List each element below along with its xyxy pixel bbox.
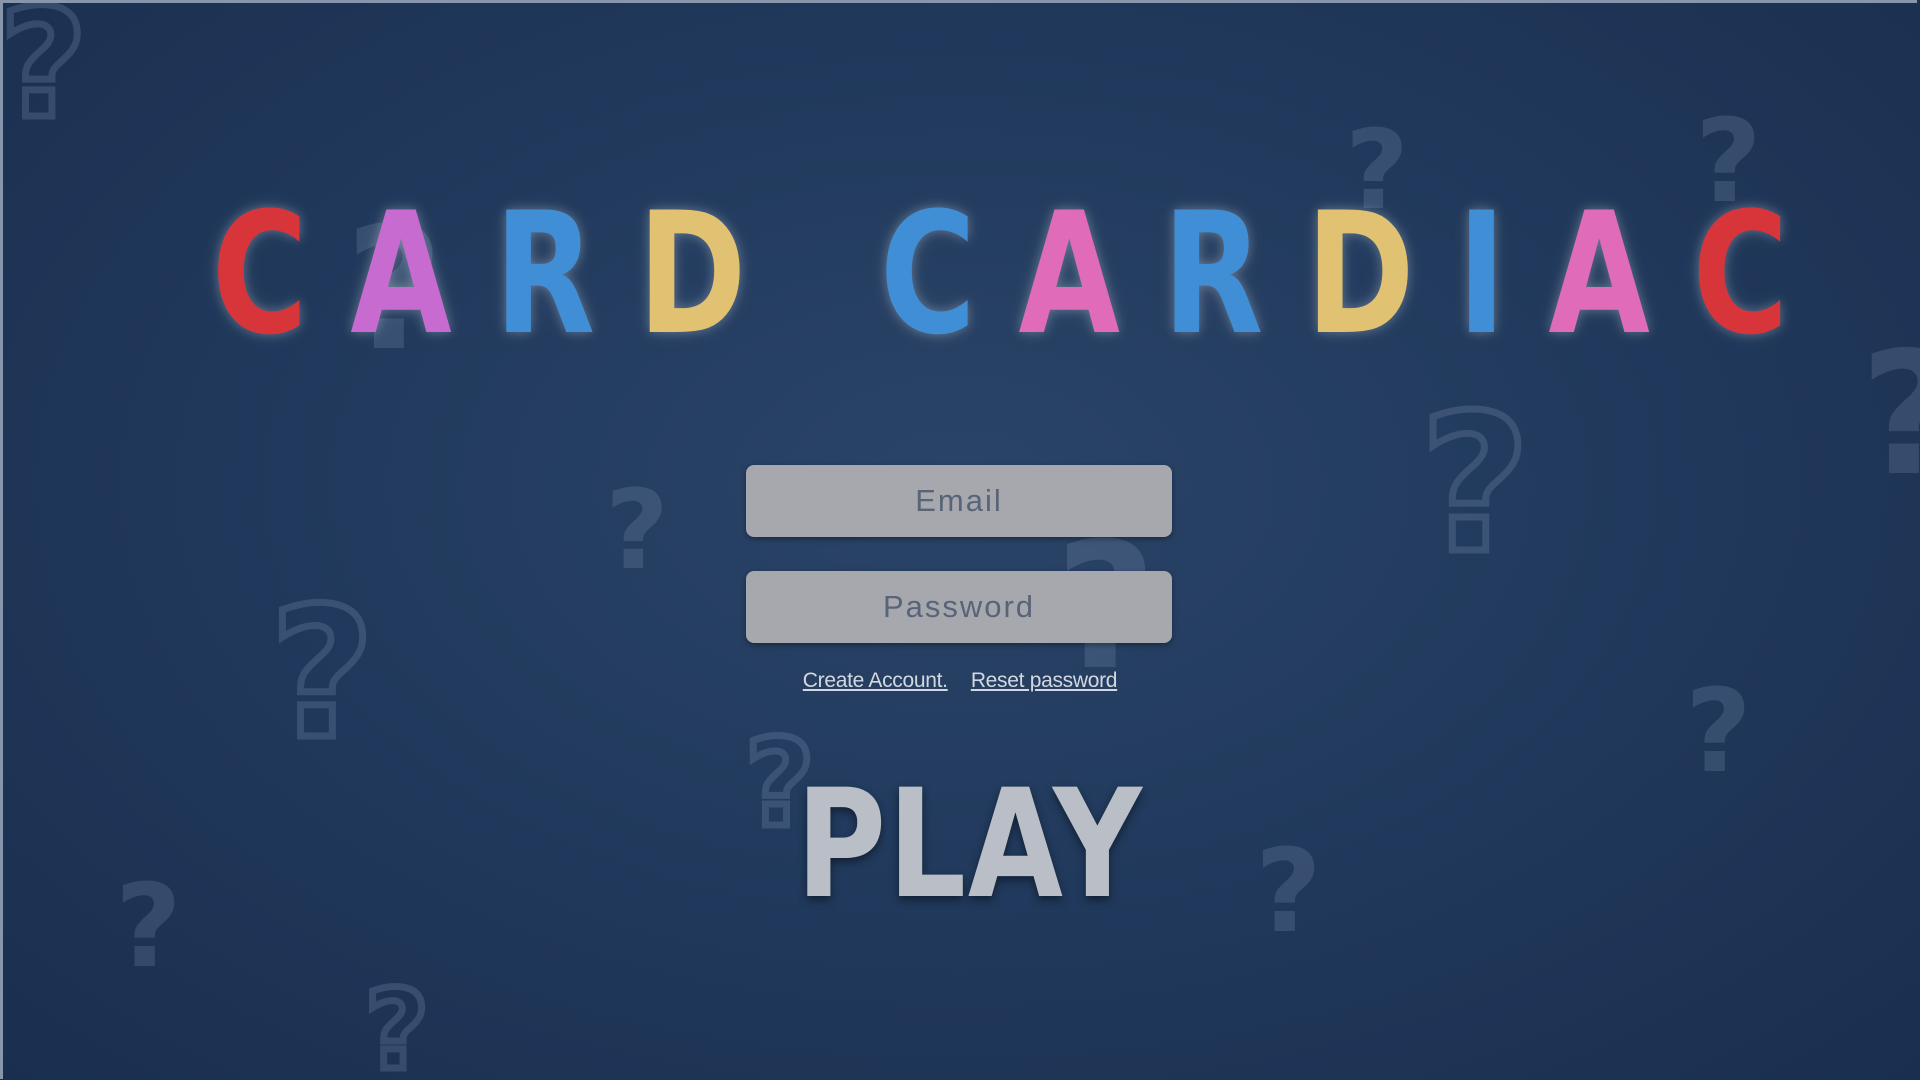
title-letter: C (879, 176, 976, 372)
question-mark-icon: ? (1416, 374, 1533, 595)
title-letter: A (1018, 176, 1120, 372)
play-button[interactable]: PLAY (796, 770, 1142, 920)
title-letter: R (1162, 176, 1263, 372)
question-mark-icon: ? (1860, 330, 1920, 500)
title-letter: C (211, 176, 308, 372)
question-mark-icon: ? (115, 860, 182, 994)
email-field[interactable] (746, 465, 1172, 537)
question-mark-icon: ? (0, 0, 91, 152)
game-title-logo: C A R D C A R D I A C (211, 176, 1789, 372)
reset-password-link[interactable]: Reset password (971, 669, 1118, 692)
question-mark-icon: ? (1255, 825, 1322, 959)
password-field[interactable] (746, 571, 1172, 643)
title-letter: A (1548, 176, 1649, 372)
account-links: Create Account. Reset password (0, 669, 1920, 693)
title-letter: A (350, 176, 451, 372)
title-letter: C (1692, 176, 1788, 372)
title-letter: D (1305, 176, 1415, 372)
question-mark-icon: ? (605, 466, 669, 594)
title-letter: R (494, 176, 595, 372)
game-screen: ? ? ? ? ? ? ? ? ? ? ? ? ? ? C A R D C A … (0, 0, 1920, 1080)
question-mark-icon: ? (362, 966, 433, 1080)
create-account-link[interactable]: Create Account. (803, 669, 948, 692)
title-letter: D (637, 176, 747, 372)
title-letter: I (1457, 176, 1506, 372)
